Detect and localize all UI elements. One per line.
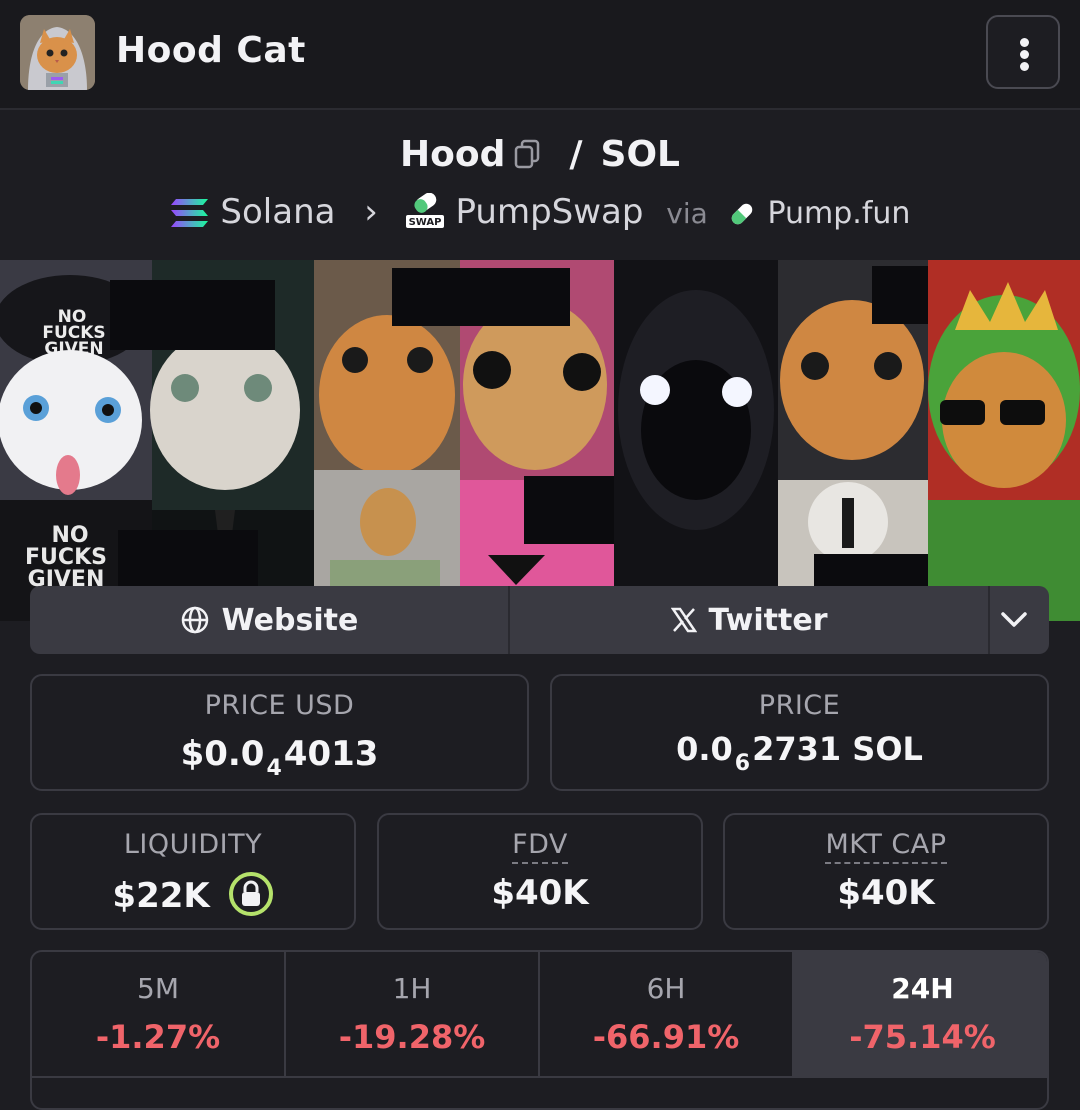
tab-1h-label: 1H <box>392 972 432 1005</box>
price-sol-digits: 2731 SOL <box>752 730 923 768</box>
route-breadcrumb: Solana › SWAP PumpSwap via Pump.fun <box>0 192 1080 232</box>
solana-icon <box>170 192 210 232</box>
liquidity-amount: $22K <box>112 876 210 916</box>
mkt-cap-value: $40K <box>837 873 935 913</box>
fdv-value: $40K <box>491 873 589 913</box>
price-change-tabs: 5M -1.27% 1H -19.28% 6H -66.91% 24H -75.… <box>30 950 1049 1110</box>
price-usd-prefix: $0.0 <box>180 734 265 774</box>
pumpfun-icon <box>727 192 757 232</box>
price-usd-zero-count: 4 <box>266 756 282 781</box>
price-usd-card: PRICE USD $0.044013 <box>30 674 529 791</box>
price-usd-label: PRICE USD <box>204 690 355 721</box>
tab-5m-label: 5M <box>137 972 179 1005</box>
base-token: Hood <box>399 134 506 175</box>
price-usd-digits: 4013 <box>283 734 379 774</box>
mkt-cap-label: MKT CAP <box>725 829 1047 864</box>
tab-6h-label: 6H <box>646 972 686 1005</box>
dex-link[interactable]: PumpSwap <box>456 192 644 232</box>
tab-1h[interactable]: 1H -19.28% <box>286 952 540 1078</box>
price-usd-value: $0.044013 <box>32 734 527 781</box>
price-sol-card: PRICE 0.062731 SOL <box>550 674 1049 791</box>
kebab-menu-icon <box>1020 38 1029 47</box>
links-bar: Website Twitter <box>30 586 1049 654</box>
tab-6h-change: -66.91% <box>592 1018 740 1056</box>
chain-link[interactable]: Solana <box>220 192 335 232</box>
token-avatar <box>20 15 95 90</box>
svg-text:SWAP: SWAP <box>408 217 441 228</box>
mkt-cap-card[interactable]: MKT CAP $40K <box>723 813 1049 930</box>
pair-separator: / <box>569 134 583 175</box>
x-logo-icon <box>670 607 697 633</box>
liquidity-card: LIQUIDITY $22K <box>30 813 356 930</box>
pair-title: Hood / SOL <box>0 134 1080 175</box>
token-banner-image: NO FUCKS GIVEN NO FUCKS GIVEN <box>0 260 1080 621</box>
fdv-card[interactable]: FDV $40K <box>377 813 703 930</box>
more-links-button[interactable] <box>990 586 1049 654</box>
more-menu-button[interactable] <box>986 15 1060 89</box>
chevron-down-icon <box>1000 612 1027 627</box>
liquidity-label: LIQUIDITY <box>123 829 263 860</box>
lock-icon[interactable] <box>228 871 274 917</box>
quote-token: SOL <box>600 134 680 175</box>
price-sol-zero-count: 6 <box>734 751 751 776</box>
website-label: Website <box>221 602 359 638</box>
website-button[interactable]: Website <box>30 586 508 654</box>
price-sol-value: 0.062731 SOL <box>552 730 1047 776</box>
tab-1h-change: -19.28% <box>338 1018 486 1056</box>
kebab-dot <box>1020 50 1029 59</box>
copy-icon[interactable] <box>513 137 541 169</box>
price-sol-label: PRICE <box>758 690 841 721</box>
app-title: Hood Cat <box>116 30 306 71</box>
top-bar: Hood Cat <box>0 0 1080 110</box>
pair-header: Hood / SOL Solana › SWAP PumpSwap via Pump… <box>0 112 1080 260</box>
tab-5m[interactable]: 5M -1.27% <box>32 952 286 1078</box>
chevron-right-icon: › <box>364 192 378 232</box>
tab-24h[interactable]: 24H -75.14% <box>794 952 1047 1078</box>
kebab-dot <box>1020 62 1029 71</box>
twitter-button[interactable]: Twitter <box>510 586 988 654</box>
fdv-label-text: FDV <box>512 829 568 864</box>
tab-6h[interactable]: 6H -66.91% <box>540 952 794 1078</box>
via-label: via <box>666 197 708 230</box>
liquidity-value: $22K <box>32 871 354 917</box>
tab-5m-change: -1.27% <box>95 1018 221 1056</box>
launchpad-link[interactable]: Pump.fun <box>767 196 910 231</box>
mkt-cap-label-text: MKT CAP <box>825 829 947 864</box>
pumpswap-icon: SWAP <box>405 192 445 232</box>
fdv-label: FDV <box>379 829 701 864</box>
price-sol-prefix: 0.0 <box>676 730 733 768</box>
tab-24h-change: -75.14% <box>849 1018 996 1056</box>
twitter-label: Twitter <box>708 602 828 638</box>
tab-24h-label: 24H <box>891 972 954 1005</box>
globe-icon <box>181 606 208 634</box>
